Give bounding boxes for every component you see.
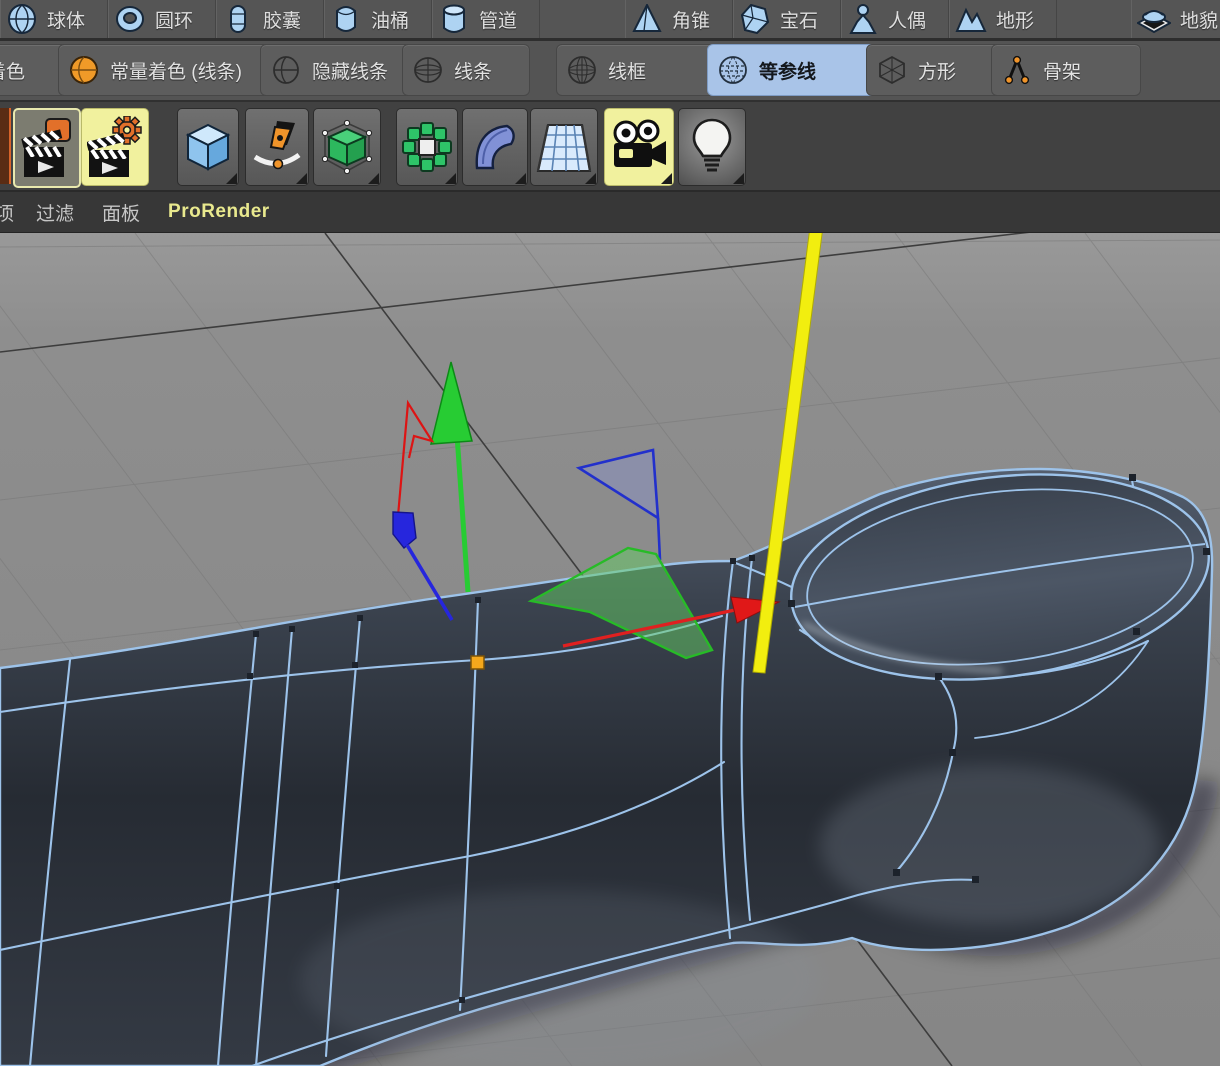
pyramid-icon [631,4,663,34]
render-view-clapper-icon [20,117,74,179]
deformer-bend-icon [469,120,521,174]
render-settings-button[interactable] [81,108,149,186]
submenu-corner [585,173,596,184]
primitive-capsule-button[interactable]: 胶囊 [216,0,324,38]
fingertip-sheen [820,765,1160,925]
primitive-label: 球体 [47,6,85,33]
box-hexagon-icon [877,55,907,85]
tube-icon [438,4,470,34]
display-mode-label: 隐藏线条 [312,57,388,84]
display-isoparms-button[interactable]: 等参线 [707,44,885,96]
spline-pen-tool-button[interactable] [245,108,309,186]
primitive-gem-button[interactable]: 宝石 [733,0,841,38]
primitive-tube-button[interactable]: 管道 [432,0,540,38]
submenu-corner [733,173,744,184]
primitives-toolbar: 球体 圆环 胶囊 油桶 [0,0,1220,41]
viewport-3d[interactable] [0,233,1220,1066]
display-mode-label: 等参线 [759,57,816,84]
cinema4d-window: 球体 圆环 胶囊 油桶 [0,0,1220,1066]
wireframe-sphere-icon [567,55,597,85]
floor-grid-icon [536,119,592,175]
render-settings-clapper-gear-icon [87,116,143,178]
submenu-corner [445,173,456,184]
submenu-corner [226,173,237,184]
display-box-button[interactable]: 方形 [866,44,1010,96]
menu-panel[interactable]: 面板 [102,199,140,226]
lines-sphere-icon [413,55,443,85]
deformer-tool-button[interactable] [462,108,528,186]
orange-shaded-sphere-icon [69,55,99,85]
primitive-pyramid-button[interactable]: 角锥 [625,0,733,38]
body-sheen [300,890,820,1066]
display-mode-label: 常量着色 [0,57,25,84]
spline-pen-icon [251,119,303,175]
hidden-line-sphere-icon [271,55,301,85]
landscape-icon [955,4,987,34]
primitive-label: 管道 [479,6,517,33]
subdivision-cage-cube-icon [320,119,374,175]
display-lines-button[interactable]: 线条 [402,44,530,96]
render-view-button[interactable] [13,108,81,188]
viewport-menu-bar: 选项 过滤 面板 ProRender [0,192,1220,233]
primitive-label: 地形 [996,6,1034,33]
primitive-torus-button[interactable]: 圆环 [108,0,216,38]
submenu-corner [661,173,672,184]
display-mode-label: 线条 [454,57,492,84]
primitive-label: 圆环 [155,6,193,33]
display-mode-label: 方形 [918,57,956,84]
submenu-corner [515,173,526,184]
primitive-label: 油桶 [371,6,409,33]
subdivision-surface-tool-button[interactable] [313,108,381,186]
isoparm-sphere-icon [718,55,748,85]
skeleton-icon [1002,55,1032,85]
relief-icon [1137,4,1171,34]
display-wireframe-button[interactable]: 线框 [556,44,724,96]
display-hidden-line-button[interactable]: 隐藏线条 [260,44,420,96]
primitive-relief-button[interactable]: 地貌 [1131,0,1220,38]
menu-prorender[interactable]: ProRender [168,201,270,223]
array-generator-tool-button[interactable] [396,108,458,186]
sphere-icon [6,4,38,34]
light-tool-button[interactable] [678,108,746,186]
display-skeleton-button[interactable]: 骨架 [991,44,1141,96]
figure-icon [847,4,879,34]
primitive-label: 地貌 [1180,6,1218,33]
display-mode-label: 线框 [608,57,646,84]
display-mode-toolbar: 常量着色 常量着色 (线条) 隐藏线条 线条 [0,41,1220,102]
primitive-sphere-button[interactable]: 球体 [0,0,108,38]
cube-tool-button[interactable] [177,108,239,186]
primitive-label: 人偶 [888,6,926,33]
primitive-oiltank-button[interactable]: 油桶 [324,0,432,38]
tool-palette [0,102,1220,192]
cube-primitive-icon [183,121,233,173]
menu-options[interactable]: 选项 [0,199,16,226]
primitive-label: 角锥 [672,6,710,33]
camera-tool-button[interactable] [604,108,674,186]
gem-icon [739,4,771,34]
primitive-label: 胶囊 [263,6,301,33]
primitive-landscape-button[interactable]: 地形 [949,0,1057,38]
submenu-corner [368,173,379,184]
menu-filter[interactable]: 过滤 [36,199,74,226]
torus-icon [114,4,146,34]
display-mode-label: 常量着色 (线条) [110,57,242,84]
oiltank-icon [330,4,362,34]
capsule-icon [222,4,254,34]
primitive-figure-button[interactable]: 人偶 [841,0,949,38]
clipped-tool-button[interactable] [0,108,11,184]
selected-vertex[interactable] [471,656,484,669]
submenu-corner [296,173,307,184]
array-generator-icon [401,121,453,173]
display-mode-label: 骨架 [1043,57,1081,84]
display-constant-shading-lines-button[interactable]: 常量着色 (线条) [58,44,278,96]
floor-tool-button[interactable] [530,108,598,186]
camera-icon [610,119,668,175]
primitive-label: 宝石 [780,6,818,33]
light-bulb-icon [690,118,734,176]
